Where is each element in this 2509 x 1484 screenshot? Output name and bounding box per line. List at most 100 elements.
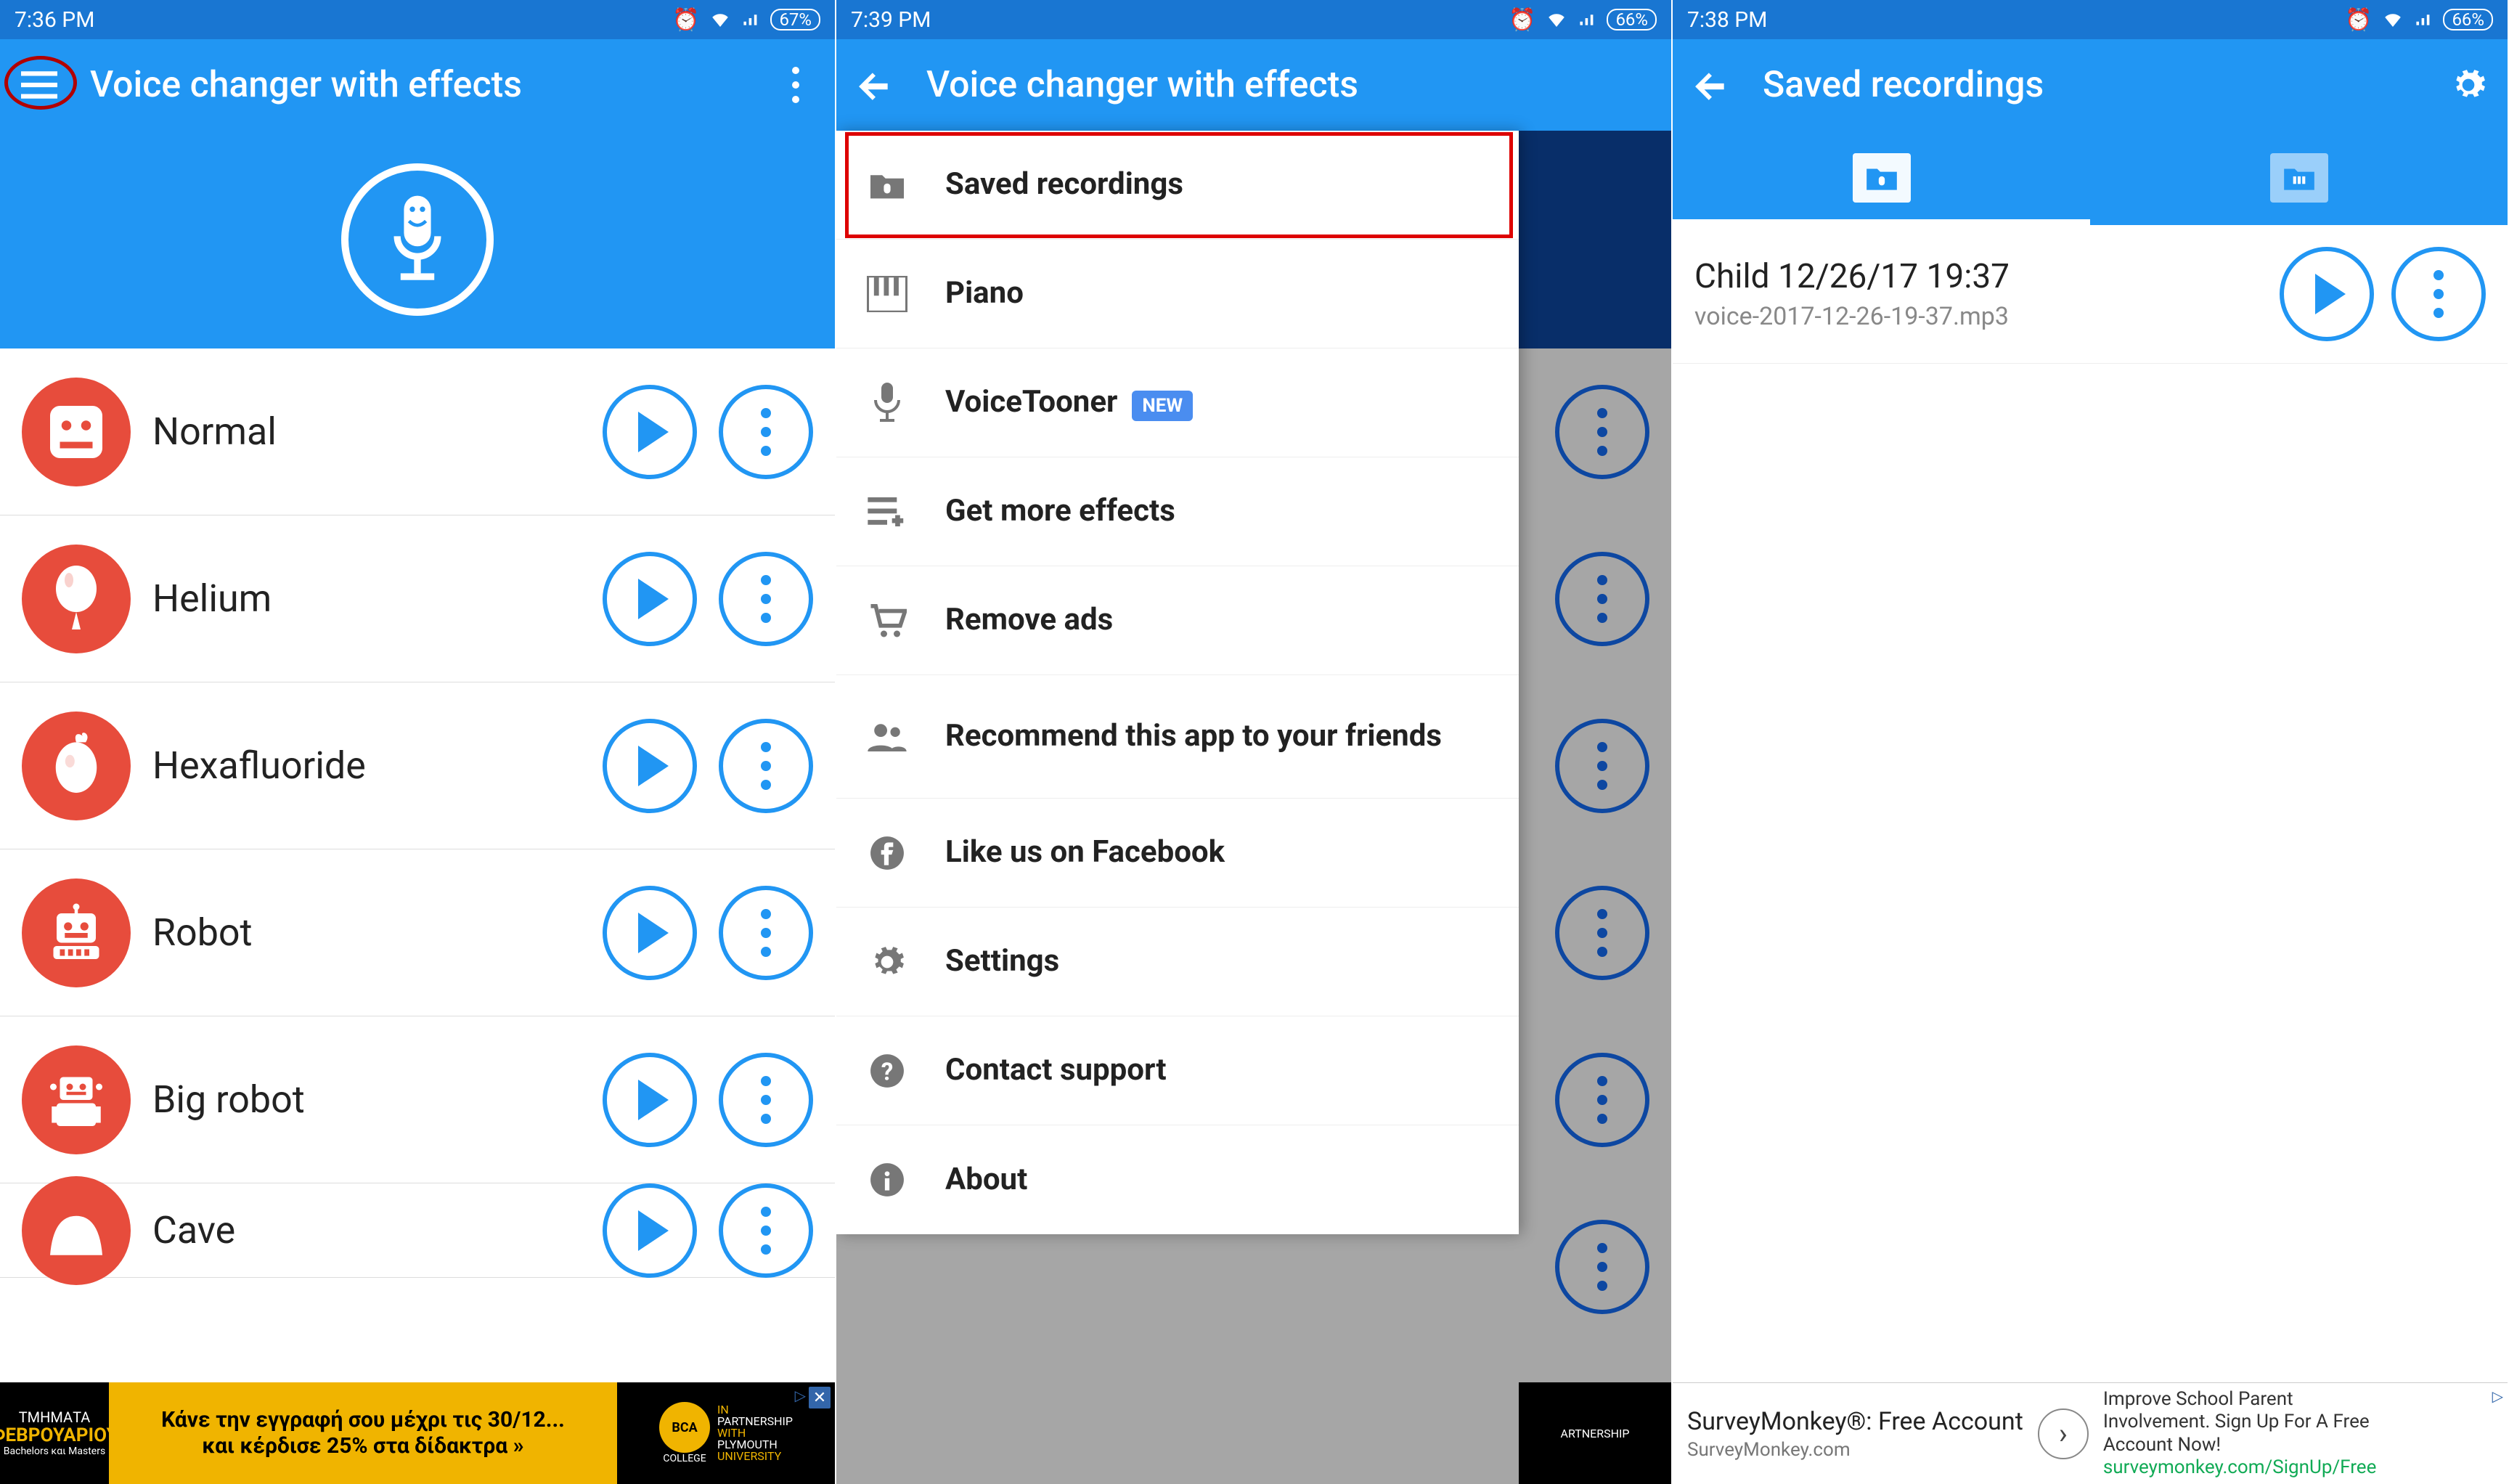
battery-indicator: 66% — [2443, 9, 2493, 30]
partner-text: IN PARTNERSHIP WITH PLYMOUTH UNIVERSITY — [717, 1404, 793, 1462]
effect-icon-bigrobot — [22, 1045, 131, 1154]
settings-button[interactable] — [2447, 63, 2490, 107]
alarm-icon: ⏰ — [672, 7, 699, 33]
effect-icon-normal — [22, 378, 131, 486]
play-button[interactable] — [603, 719, 697, 813]
adchoices-icon[interactable]: ▷ — [2492, 1387, 2503, 1405]
people-icon — [865, 715, 909, 759]
screen-drawer: 7:39 PM ⏰ 66% Voice changer with effects… — [836, 0, 1673, 1484]
folder-mic-icon — [865, 163, 909, 207]
effect-options-button[interactable] — [719, 552, 813, 646]
signal-icon — [2414, 7, 2433, 33]
drawer-item-piano[interactable]: Piano — [836, 240, 1519, 348]
bca-logo: BCA — [659, 1402, 710, 1453]
drawer-item-support[interactable]: ? Contact support — [836, 1016, 1519, 1125]
facebook-icon — [865, 831, 909, 875]
effect-icon-hexafluoride — [22, 712, 131, 820]
status-right: ⏰ 67% — [672, 7, 820, 33]
ad-middle: Κάνε την εγγραφή σου μέχρι τις 30/12... … — [109, 1382, 617, 1484]
ad-banner[interactable]: SurveyMonkey®: Free Account SurveyMonkey… — [1673, 1382, 2508, 1484]
play-button[interactable] — [603, 886, 697, 980]
status-bar: 7:38 PM ⏰ 66% — [1673, 0, 2508, 39]
tab-piano-recordings[interactable] — [2090, 131, 2508, 225]
status-right: ⏰ 66% — [2345, 7, 2493, 33]
play-icon — [638, 1210, 669, 1251]
app-title: Voice changer with effects — [926, 64, 1654, 106]
dim-options — [1555, 552, 1649, 646]
drawer-item-facebook[interactable]: Like us on Facebook — [836, 799, 1519, 908]
drawer-item-recommend[interactable]: Recommend this app to your friends — [836, 675, 1519, 799]
recording-row: Child 12/26/17 19:37 voice-2017-12-26-19… — [1673, 225, 2508, 364]
dots-icon — [761, 1207, 771, 1255]
effect-name: Robot — [152, 910, 581, 955]
play-button[interactable] — [603, 1053, 697, 1147]
drawer-item-settings[interactable]: Settings — [836, 908, 1519, 1016]
effect-name: Hexafluoride — [152, 743, 581, 788]
effect-options-button[interactable] — [719, 886, 813, 980]
drawer-item-about[interactable]: About — [836, 1125, 1519, 1234]
dots-icon — [761, 909, 771, 957]
list-plus-icon — [865, 490, 909, 534]
drawer-item-remove-ads[interactable]: Remove ads — [836, 566, 1519, 675]
effect-options-button[interactable] — [719, 385, 813, 479]
ad-close-button[interactable]: ✕ — [809, 1387, 831, 1408]
ad-partial: ARTNERSHIP — [1519, 1382, 1671, 1484]
play-icon — [638, 746, 669, 786]
recording-info[interactable]: Child 12/26/17 19:37 voice-2017-12-26-19… — [1694, 257, 2262, 331]
record-hero — [0, 131, 835, 348]
menu-button[interactable] — [17, 63, 61, 107]
tab-voice-recordings[interactable] — [1673, 131, 2090, 225]
wifi-icon — [1546, 7, 1567, 33]
alarm-icon: ⏰ — [2345, 7, 2372, 33]
effect-name: Helium — [152, 576, 581, 621]
play-button[interactable] — [603, 385, 697, 479]
alarm-icon: ⏰ — [1509, 7, 1535, 33]
screen-saved-recordings: 7:38 PM ⏰ 66% Saved recordings Child 12/… — [1673, 0, 2509, 1484]
dim-options — [1555, 385, 1649, 479]
back-button[interactable] — [854, 63, 897, 107]
wifi-icon — [709, 7, 731, 33]
play-icon — [638, 913, 669, 953]
signal-icon — [1578, 7, 1596, 33]
status-time: 7:39 PM — [851, 7, 931, 33]
effect-row: Cave — [0, 1183, 835, 1278]
app-title: Voice changer with effects — [90, 64, 745, 106]
svg-text:?: ? — [881, 1058, 894, 1086]
ad-arrow-icon[interactable]: › — [2038, 1408, 2089, 1459]
recording-options-button[interactable] — [2391, 247, 2486, 341]
effect-icon-helium — [22, 545, 131, 653]
play-button[interactable] — [603, 1183, 697, 1278]
piano-icon — [865, 272, 909, 316]
effect-options-button[interactable] — [719, 1053, 813, 1147]
effect-options-button[interactable] — [719, 1183, 813, 1278]
dots-icon — [761, 742, 771, 790]
signal-icon — [741, 7, 760, 33]
adchoices-icon[interactable]: ▷ — [795, 1387, 806, 1404]
drawer-item-voicetooner[interactable]: VoiceToonerNEW — [836, 348, 1519, 457]
recording-filename: voice-2017-12-26-19-37.mp3 — [1694, 302, 2262, 331]
ad-right: Improve School Parent Involvement. Sign … — [2103, 1388, 2415, 1479]
drawer-item-more-effects[interactable]: Get more effects — [836, 457, 1519, 566]
recording-title: Child 12/26/17 19:37 — [1694, 257, 2262, 296]
play-button[interactable] — [603, 552, 697, 646]
play-button[interactable] — [2280, 247, 2374, 341]
new-badge: NEW — [1132, 391, 1193, 421]
battery-indicator: 67% — [770, 9, 820, 30]
info-icon — [865, 1158, 909, 1202]
effects-list[interactable]: Normal Helium Hexafluoride Robot — [0, 348, 835, 1278]
status-bar: 7:39 PM ⏰ 66% — [836, 0, 1671, 39]
record-button[interactable] — [341, 163, 494, 316]
overflow-button[interactable] — [774, 63, 817, 107]
battery-indicator: 66% — [1607, 9, 1657, 30]
back-button[interactable] — [1690, 63, 1734, 107]
effect-options-button[interactable] — [719, 719, 813, 813]
effect-name: Big robot — [152, 1077, 581, 1122]
ad-left: ΤΜΗΜΑΤΑ ΦΕΒΡΟΥΑΡΙΟΥ Bachelors και Master… — [0, 1382, 109, 1484]
tabs — [1673, 131, 2508, 225]
effect-icon-cave — [22, 1176, 131, 1285]
play-icon — [638, 412, 669, 452]
dim-options — [1555, 719, 1649, 813]
dim-options — [1555, 886, 1649, 980]
drawer-item-saved-recordings[interactable]: Saved recordings — [836, 131, 1519, 240]
ad-banner[interactable]: ΤΜΗΜΑΤΑ ΦΕΒΡΟΥΑΡΙΟΥ Bachelors και Master… — [0, 1382, 835, 1484]
